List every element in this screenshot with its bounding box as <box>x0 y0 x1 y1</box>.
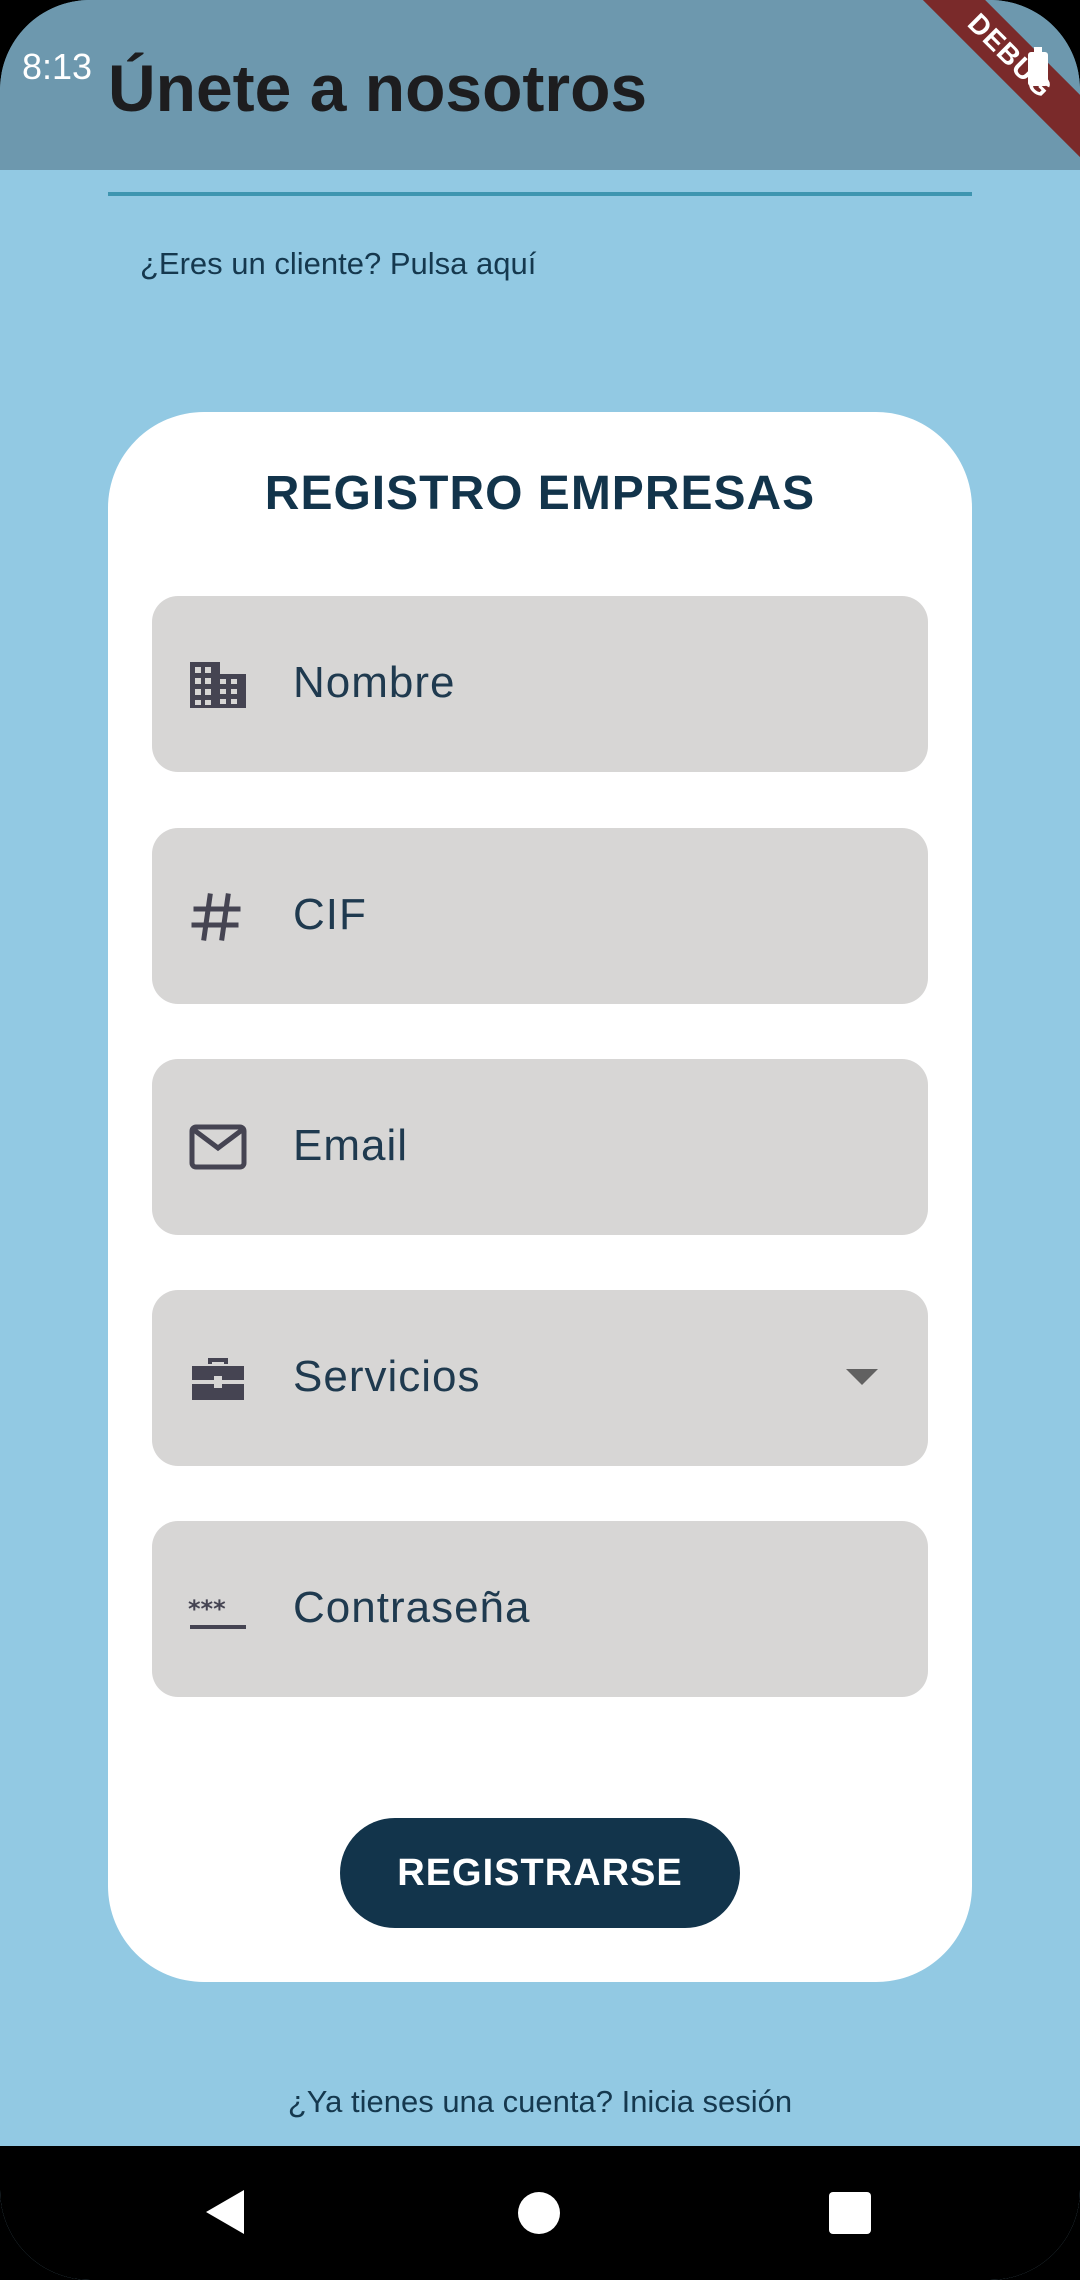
card-title: REGISTRO EMPRESAS <box>264 467 816 520</box>
services-dropdown[interactable]: Servicios <box>152 1290 928 1466</box>
cif-field-label: CIF <box>293 890 367 939</box>
name-field-label: Nombre <box>293 658 456 707</box>
hash-icon <box>188 890 248 942</box>
system-nav-bar <box>0 2146 1080 2280</box>
app-screen: 8:13 Únete a nosotros DEBUG ¿Eres un cli… <box>0 0 1080 2280</box>
password-field[interactable]: *** Contraseña <box>152 1521 928 1697</box>
registration-card: REGISTRO EMPRESAS Nombre CIF Email Servi… <box>108 412 972 1982</box>
cif-field[interactable]: CIF <box>152 828 928 1004</box>
mail-icon <box>188 1121 248 1173</box>
battery-icon <box>1028 47 1048 86</box>
divider <box>108 192 972 196</box>
page-title: Únete a nosotros <box>108 51 648 125</box>
password-field-label: Contraseña <box>293 1583 531 1632</box>
email-field-label: Email <box>293 1121 409 1170</box>
svg-text:***: *** <box>188 1595 226 1623</box>
app-bar: 8:13 Únete a nosotros DEBUG <box>0 0 1080 171</box>
register-button[interactable]: REGISTRARSE <box>340 1818 740 1928</box>
password-icon: *** <box>188 1583 248 1635</box>
back-icon[interactable] <box>204 2188 248 2236</box>
dropdown-arrow-icon <box>846 1369 878 1385</box>
services-dropdown-label: Servicios <box>293 1352 481 1401</box>
login-link[interactable]: ¿Ya tienes una cuenta? Inicia sesión <box>0 2084 1080 2120</box>
name-field[interactable]: Nombre <box>152 596 928 772</box>
recent-apps-icon[interactable] <box>829 2192 871 2234</box>
email-field[interactable]: Email <box>152 1059 928 1235</box>
briefcase-icon <box>188 1352 248 1404</box>
business-icon <box>188 658 248 710</box>
debug-banner: DEBUG <box>895 0 1080 171</box>
status-time: 8:13 <box>22 46 93 87</box>
client-link[interactable]: ¿Eres un cliente? Pulsa aquí <box>140 246 536 282</box>
home-icon[interactable] <box>518 2192 560 2234</box>
